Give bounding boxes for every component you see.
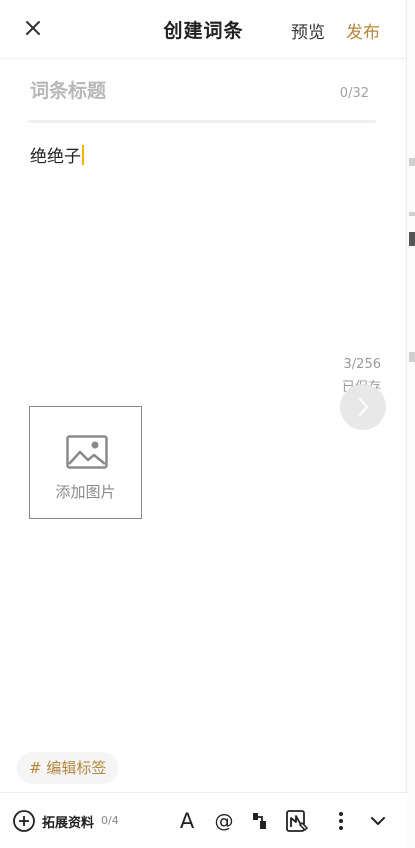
- edge-mark: [409, 212, 415, 216]
- edge-mark: [409, 232, 415, 246]
- edit-tags-button[interactable]: # 编辑标签: [17, 752, 119, 784]
- body-char-count: 3/256: [343, 357, 381, 372]
- title-char-count: 0/32: [339, 86, 369, 101]
- edge-mark: [409, 158, 415, 166]
- add-image-label: 添加图片: [55, 483, 116, 501]
- text-format-button[interactable]: A: [174, 793, 200, 848]
- handwriting-button[interactable]: [284, 793, 310, 848]
- handwriting-icon: [286, 810, 309, 832]
- edge-mark: [409, 352, 415, 362]
- chevron-down-icon: [371, 817, 385, 825]
- bottom-toolbar: 拓展资料 0/4 A @: [0, 792, 407, 848]
- header-bar: 创建词条 预览 发布: [0, 0, 407, 59]
- link-icon: [253, 813, 266, 829]
- title-divider: [28, 120, 376, 123]
- publish-button[interactable]: 发布: [346, 18, 380, 43]
- right-edge-strip: [406, 0, 415, 848]
- add-extension-button[interactable]: [10, 793, 38, 848]
- more-vertical-icon: [339, 812, 343, 830]
- link-button[interactable]: [248, 793, 272, 848]
- mention-button[interactable]: @: [211, 793, 237, 848]
- more-options-button[interactable]: [330, 793, 352, 848]
- entry-body-text: 绝绝子: [30, 147, 81, 167]
- next-button[interactable]: [340, 384, 386, 430]
- plus-circle-icon: [13, 810, 35, 832]
- image-icon: [66, 435, 108, 469]
- entry-title-input[interactable]: [30, 80, 310, 102]
- add-image-button[interactable]: 添加图片: [29, 406, 142, 519]
- entry-body-editor[interactable]: 绝绝子: [30, 142, 84, 167]
- preview-button[interactable]: 预览: [291, 18, 325, 43]
- extension-label[interactable]: 拓展资料: [42, 812, 94, 831]
- collapse-keyboard-button[interactable]: [366, 793, 390, 848]
- extension-count: 0/4: [101, 814, 119, 827]
- create-entry-page: 创建词条 预览 发布 0/32 绝绝子 3/256 已保存 添加图片 # 编辑标…: [0, 0, 415, 848]
- chevron-right-icon: [359, 398, 368, 416]
- text-cursor: [82, 144, 84, 165]
